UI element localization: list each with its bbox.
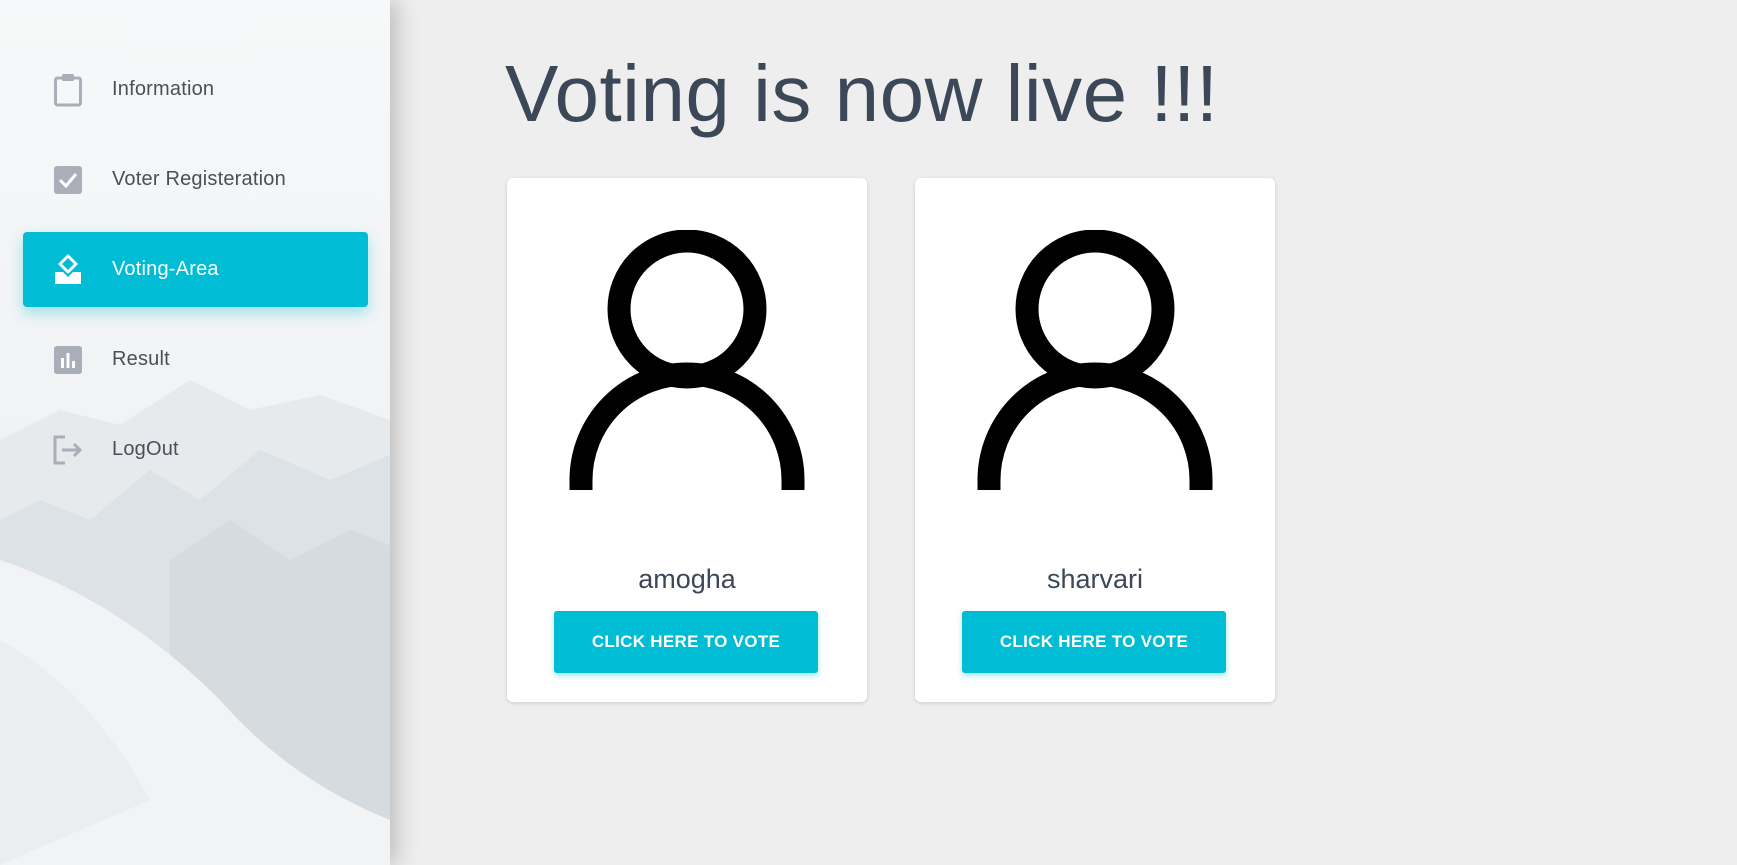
person-icon	[977, 230, 1213, 490]
sidebar-item-voter-registeration[interactable]: Voter Registeration	[23, 142, 368, 217]
page-title: Voting is now live !!!	[505, 49, 1219, 138]
logout-icon	[53, 435, 83, 465]
person-icon	[569, 230, 805, 490]
sidebar-item-label: Information	[112, 78, 215, 100]
ballot-box-icon	[53, 254, 83, 285]
sidebar-item-logout[interactable]: LogOut	[23, 412, 368, 487]
sidebar-item-label: LogOut	[112, 438, 179, 460]
app: Information Voter Registeration Voting-A…	[0, 0, 1737, 865]
sidebar-nav: Information Voter Registeration Voting-A…	[23, 52, 368, 502]
sidebar-item-voting-area[interactable]: Voting-Area	[23, 232, 368, 307]
clipboard-icon	[53, 73, 83, 106]
sidebar-item-label: Voter Registeration	[112, 168, 286, 190]
bar-chart-icon	[53, 345, 83, 375]
vote-button[interactable]: CLICK HERE TO VOTE	[554, 611, 818, 673]
main-content: Voting is now live !!! amogha CLICK HERE…	[390, 0, 1737, 865]
sidebar-item-label: Result	[112, 348, 170, 370]
candidate-card: amogha CLICK HERE TO VOTE	[507, 178, 867, 702]
sidebar-item-result[interactable]: Result	[23, 322, 368, 397]
checkbox-icon	[53, 165, 83, 195]
candidate-name: amogha	[638, 564, 736, 594]
candidate-name: sharvari	[1046, 564, 1144, 594]
sidebar-item-label: Voting-Area	[112, 258, 219, 280]
vote-button[interactable]: CLICK HERE TO VOTE	[962, 611, 1226, 673]
candidate-card: sharvari CLICK HERE TO VOTE	[915, 178, 1275, 702]
sidebar-item-information[interactable]: Information	[23, 52, 368, 127]
sidebar: Information Voter Registeration Voting-A…	[0, 0, 390, 865]
